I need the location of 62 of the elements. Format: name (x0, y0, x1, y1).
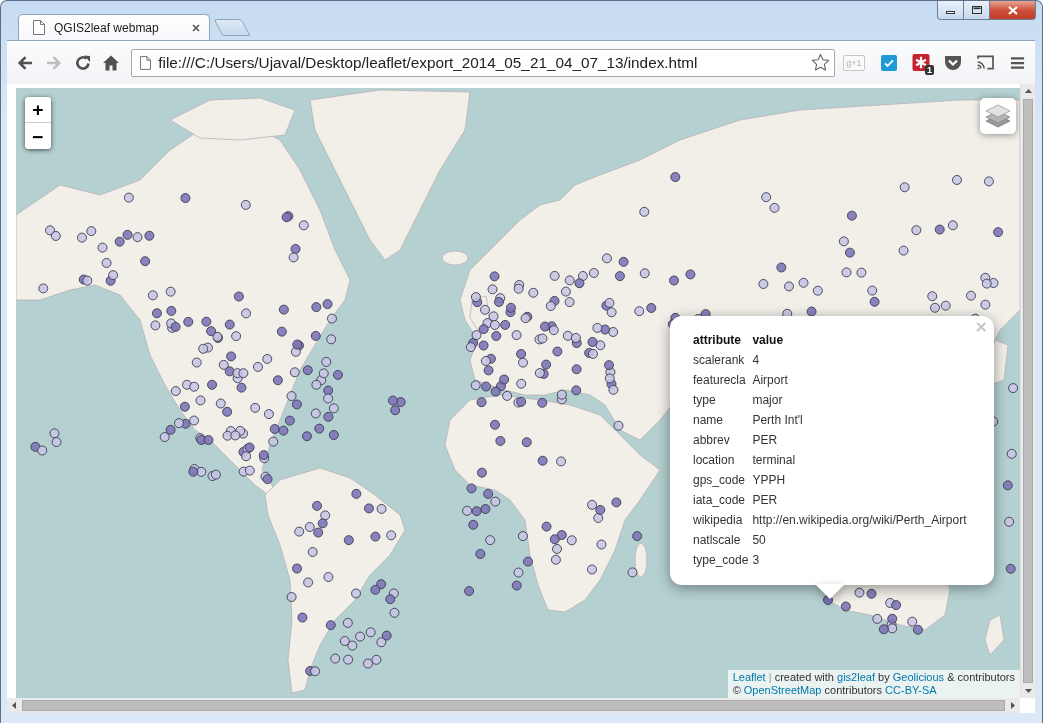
attribute-name: abbrev (693, 433, 731, 447)
asterisk-extension-button[interactable]: 1 (909, 50, 933, 75)
star-icon[interactable] (811, 53, 830, 72)
attribute-value: terminal (752, 453, 797, 467)
browser-tab[interactable]: QGIS2leaf webmap (18, 14, 210, 40)
attribute-value: YPPH (752, 473, 787, 487)
layers-button[interactable] (980, 98, 1016, 134)
page-icon (140, 55, 152, 70)
scrollbar-thumb[interactable] (22, 700, 1005, 711)
address-field[interactable]: file:///C:/Users/Ujaval/Desktop/leaflet/export_2014_05_21_04_07_13/index.html (131, 48, 835, 77)
scrollbar-thumb[interactable] (1023, 99, 1033, 683)
close-button[interactable] (990, 1, 1036, 20)
horizontal-scrollbar[interactable] (7, 698, 1020, 713)
maximize-button[interactable] (964, 1, 990, 20)
attribution-link[interactable]: Geolicious (892, 671, 945, 683)
attribution-link[interactable]: Leaflet (732, 671, 766, 683)
attribution-link[interactable]: gis2leaf (837, 671, 875, 683)
arrow-right-icon (44, 53, 63, 72)
attribution-text: Leaflet | created with gis2leaf by Geolicious & contributors (732, 671, 1015, 684)
attribute-value: Perth Int'l (752, 413, 804, 427)
zoom-out-button[interactable]: − (25, 123, 51, 149)
attribute-name: location (693, 453, 736, 467)
attribute-value: 4 (752, 353, 761, 367)
attribution-text: © OpenStreetMap contributors CC-BY-SA (732, 684, 938, 697)
close-icon (1007, 5, 1018, 15)
attribute-value: major (752, 393, 784, 407)
close-icon[interactable] (192, 23, 200, 32)
column-header: attribute (693, 333, 742, 347)
menu-icon (1009, 55, 1025, 70)
cast-icon (975, 55, 995, 70)
attribute-value: PER (752, 493, 779, 507)
reload-icon (73, 53, 92, 72)
attribute-name: natlscale (693, 533, 742, 547)
attribution-link[interactable]: CC-BY-SA (885, 684, 937, 696)
attribute-name: type_code (693, 553, 750, 567)
attribute-name: name (693, 413, 725, 427)
attribute-value: http://en.wikipedia.org/wiki/Perth_Airport (752, 513, 968, 527)
attribute-name: featurecla (693, 373, 747, 387)
page-icon (33, 20, 45, 35)
arrow-left-icon (15, 53, 34, 72)
attribute-value: PER (752, 433, 779, 447)
minimize-icon (946, 11, 955, 14)
attribution-link[interactable]: OpenStreetMap (743, 684, 822, 696)
notification-badge: 1 (925, 64, 934, 75)
attribute-name: scalerank (693, 353, 746, 367)
attribute-name: gps_code (693, 473, 747, 487)
asterisk-icon (912, 54, 930, 71)
attribute-name: iata_code (693, 493, 747, 507)
pocket-icon (944, 54, 962, 71)
column-header: value (752, 333, 785, 347)
minimize-button[interactable] (937, 1, 964, 20)
layers-icon (985, 103, 1011, 129)
attribute-value: Airport (752, 373, 789, 387)
attribute-name: type (693, 393, 717, 407)
attribute-value: 50 (752, 533, 767, 547)
zoom-in-button[interactable]: + (25, 97, 51, 123)
home-icon (102, 53, 121, 72)
attribute-value: 3 (752, 553, 761, 567)
checkmark-icon (881, 54, 897, 71)
vertical-scrollbar[interactable] (1020, 84, 1035, 698)
maximize-icon (971, 6, 982, 14)
attribute-name: wikipedia (693, 513, 744, 527)
